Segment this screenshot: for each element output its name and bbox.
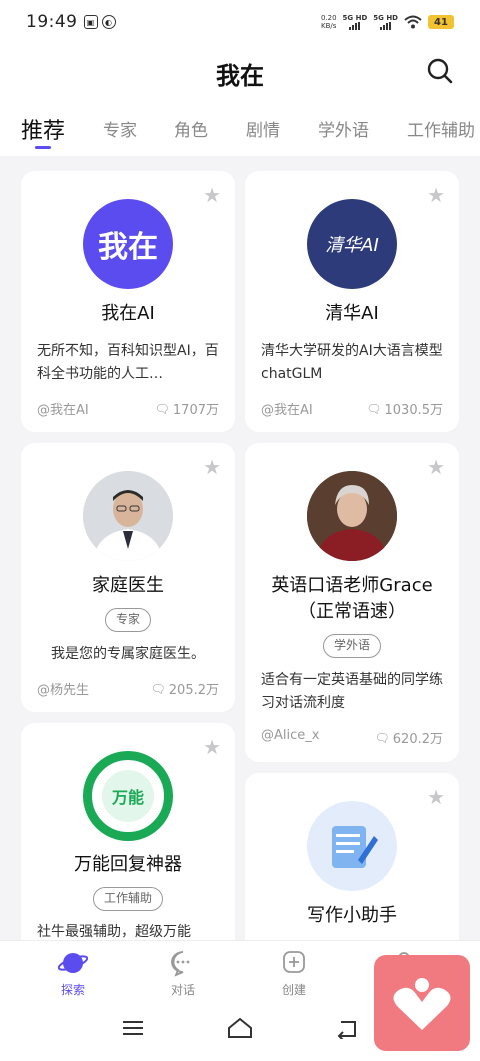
category-tag: 工作辅助: [92, 887, 164, 911]
bot-card[interactable]: ★ 英语口语老师Grace （正常语速） 学外语 适合有一定英语基础的同学练习对…: [245, 443, 459, 762]
star-icon[interactable]: ★: [427, 785, 445, 809]
heart-icon: [393, 978, 451, 1030]
tab-recommend[interactable]: 推荐: [21, 113, 65, 145]
app-header: 我在: [0, 44, 480, 100]
nav-explore[interactable]: 探索: [33, 949, 113, 998]
status-bar: 19:49 ▣ ◐ 0.20 KB/s 5G HD 5G HD 41: [0, 0, 480, 44]
tab-expert[interactable]: 专家: [103, 116, 137, 141]
category-tag: 专家: [104, 608, 152, 632]
notification-icon: ▣: [83, 15, 98, 29]
signal-bars-icon: [380, 22, 392, 30]
chat-count: 🗨 205.2万: [150, 681, 219, 699]
avatar: 万能: [83, 751, 173, 841]
app-notification-icon: ◐: [101, 15, 116, 29]
star-icon[interactable]: ★: [203, 735, 221, 759]
heart-floating-button[interactable]: [374, 955, 470, 1051]
search-icon[interactable]: [426, 57, 454, 85]
active-tab-indicator: [35, 146, 51, 149]
bot-author: @Alice_x: [261, 728, 320, 743]
menu-icon[interactable]: [122, 1019, 144, 1037]
nav-chat[interactable]: 对话: [143, 949, 223, 998]
tab-work-assist[interactable]: 工作辅助: [407, 116, 475, 141]
back-icon[interactable]: [335, 1019, 359, 1039]
avatar: [307, 801, 397, 891]
signal-bars-icon: [349, 22, 361, 30]
page-title: 我在: [216, 62, 264, 90]
star-icon[interactable]: ★: [203, 455, 221, 479]
bot-name: 家庭医生: [92, 575, 164, 596]
signal-1: 5G HD: [343, 14, 367, 30]
person-photo-icon: [83, 471, 173, 561]
chat-bubble-icon: 🗨: [366, 401, 382, 416]
bot-card[interactable]: ★ 清华AI 清华AI 清华大学研发的AI大语言模型chatGLM @我在AI …: [245, 171, 459, 432]
chat-count: 🗨 1030.5万: [366, 401, 443, 419]
category-tabs: 推荐 专家 角色 剧情 学外语 工作辅助: [0, 100, 480, 156]
home-icon[interactable]: [227, 1017, 253, 1039]
status-time: 19:49: [26, 12, 78, 32]
bot-description: 无所不知，百科知识型AI，百科全书功能的人工…: [37, 343, 219, 382]
person-photo-icon: [307, 471, 397, 561]
bot-description: 我是您的专属家庭医生。: [51, 646, 205, 662]
chat-count: 🗨 620.2万: [374, 730, 443, 748]
avatar: 我在: [83, 199, 173, 289]
bot-name: 清华AI: [325, 303, 379, 324]
star-icon[interactable]: ★: [203, 183, 221, 207]
star-icon[interactable]: ★: [427, 183, 445, 207]
bot-card[interactable]: ★ 我在 我在AI 无所不知，百科知识型AI，百科全书功能的人工… @我在AI …: [21, 171, 235, 432]
bot-author: @我在AI: [261, 403, 313, 418]
battery-icon: 41: [428, 15, 454, 29]
bot-name-line2: （正常语速）: [298, 601, 406, 622]
bot-description: 适合有一定英语基础的同学练习对话流利度: [261, 672, 443, 711]
bot-name: 万能回复神器: [74, 854, 182, 875]
plus-icon: [283, 951, 305, 973]
net-speed: 0.20 KB/s: [320, 14, 337, 30]
bot-author: @我在AI: [37, 403, 89, 418]
chat-count: 🗨 1707万: [154, 401, 219, 419]
bot-description: 清华大学研发的AI大语言模型chatGLM: [261, 343, 443, 382]
chat-bubble-icon: 🗨: [154, 401, 170, 416]
bot-name: 写作小助手: [307, 905, 397, 926]
nav-create[interactable]: 创建: [254, 949, 334, 998]
chat-bubble-icon: 🗨: [150, 681, 166, 696]
star-icon[interactable]: ★: [427, 455, 445, 479]
tab-foreign-language[interactable]: 学外语: [318, 116, 369, 141]
chat-bubble-icon: 🗨: [374, 730, 390, 745]
chat-icon: [171, 951, 190, 977]
category-tag: 学外语: [322, 634, 382, 658]
bot-card[interactable]: ★ 家庭医生 专家 我是您的专属家庭医生。 @杨先生 🗨 205.2万: [21, 443, 235, 712]
tab-role[interactable]: 角色: [174, 116, 208, 141]
teacher-portrait: [307, 471, 397, 561]
avatar: 清华AI: [307, 199, 397, 289]
bot-name: 我在AI: [101, 303, 155, 324]
planet-icon: [58, 953, 88, 973]
bot-name-line1: 英语口语老师Grace: [271, 575, 433, 596]
scroll-pen-icon: [332, 826, 378, 868]
doctor-portrait: [83, 471, 173, 561]
tab-story[interactable]: 剧情: [246, 116, 280, 141]
wifi-icon: [404, 15, 422, 29]
bot-author: @杨先生: [37, 683, 90, 698]
signal-2: 5G HD: [373, 14, 398, 30]
